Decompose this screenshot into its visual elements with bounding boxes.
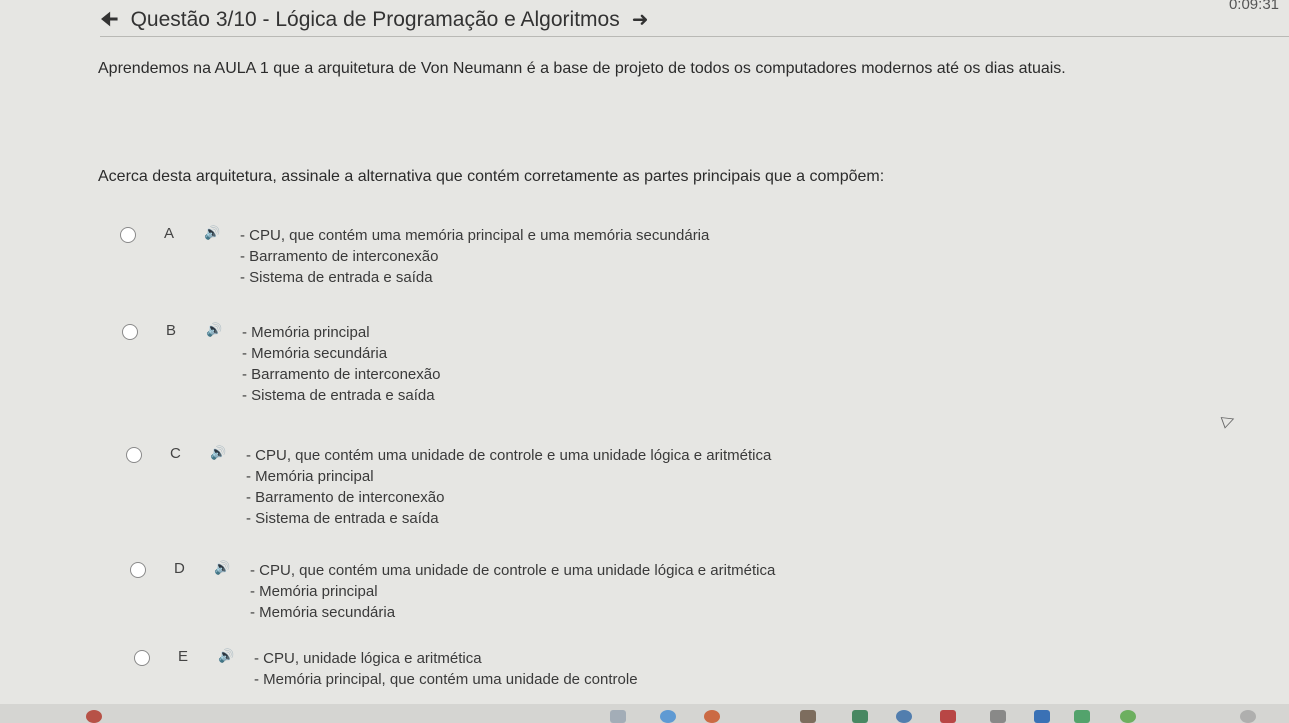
speaker-icon[interactable]: 🔊 [218,648,234,664]
taskbar-app-icon[interactable] [86,710,102,723]
option-line: - Memória principal, que contém uma unid… [254,671,638,688]
option-e-text: - CPU, unidade lógica e aritmética - Mem… [254,648,638,690]
option-line: - Barramento de interconexão [240,248,439,265]
option-line: - Sistema de entrada e saída [246,510,439,527]
option-line: - CPU, unidade lógica e aritmética [254,650,482,667]
option-line: - Memória secundária [250,604,396,621]
option-d-radio[interactable] [130,562,146,578]
option-d-letter: D [174,560,185,577]
speaker-icon[interactable]: 🔊 [204,225,220,241]
option-line: - Barramento de interconexão [242,366,441,383]
taskbar-app-icon[interactable] [940,710,956,723]
option-c-text: - CPU, que contém uma unidade de control… [246,445,771,529]
option-d-text: - CPU, que contém uma unidade de control… [250,560,775,623]
arrow-right-icon[interactable]: ➜ [632,10,649,30]
option-line: - Memória secundária [242,345,388,362]
option-b[interactable]: B 🔊 - Memória principal - Memória secund… [122,322,882,412]
option-line: - CPU, que contém uma memória principal … [240,227,710,244]
taskbar-app-icon[interactable] [1240,710,1256,723]
taskbar-app-icon[interactable] [990,710,1006,723]
option-line: - Memória principal [246,468,374,485]
option-c[interactable]: C 🔊 - CPU, que contém uma unidade de con… [126,445,886,535]
option-c-letter: C [170,445,181,462]
taskbar-app-icon[interactable] [1034,710,1050,723]
option-line: - Barramento de interconexão [246,489,445,506]
mouse-cursor-icon: ▷ [1219,410,1238,431]
option-e[interactable]: E 🔊 - CPU, unidade lógica e aritmética -… [134,648,894,696]
question-prompt: Acerca desta arquitetura, assinale a alt… [98,168,885,185]
taskbar-app-icon[interactable] [1120,710,1136,723]
option-b-radio[interactable] [122,324,138,340]
option-e-radio[interactable] [134,650,150,666]
option-line: - Memória principal [250,583,378,600]
question-title: Questão 3/10 - Lógica de Programação e A… [130,8,620,31]
option-d[interactable]: D 🔊 - CPU, que contém uma unidade de con… [130,560,890,650]
taskbar-app-icon[interactable] [852,710,868,723]
taskbar-app-icon[interactable] [896,710,912,723]
option-a[interactable]: A 🔊 - CPU, que contém uma memória princi… [120,225,880,315]
option-line: - CPU, que contém uma unidade de control… [246,447,772,464]
taskbar-app-icon[interactable] [704,710,720,723]
option-a-text: - CPU, que contém uma memória principal … [240,225,709,288]
speaker-icon[interactable]: 🔊 [210,445,226,461]
option-line: - Sistema de entrada e saída [242,387,435,404]
option-line: - Memória principal [242,324,370,341]
option-a-letter: A [164,225,175,242]
option-line: - Sistema de entrada e saída [240,269,433,286]
exam-screen: 0:09:31 🠈 Questão 3/10 - Lógica de Progr… [0,0,1289,723]
option-b-text: - Memória principal - Memória secundária… [242,322,440,406]
option-c-radio[interactable] [126,447,142,463]
taskbar-app-icon[interactable] [610,710,626,723]
taskbar-app-icon[interactable] [660,710,676,723]
option-b-letter: B [166,322,177,339]
taskbar [0,704,1289,723]
option-a-radio[interactable] [120,227,136,243]
speaker-icon[interactable]: 🔊 [214,560,230,576]
speaker-icon[interactable]: 🔊 [206,322,222,338]
taskbar-app-icon[interactable] [800,710,816,723]
arrow-left-icon[interactable]: 🠈 [100,10,119,30]
option-e-letter: E [178,648,189,665]
question-header: 🠈 Questão 3/10 - Lógica de Programação e… [100,4,1289,37]
question-intro: Aprendemos na AULA 1 que a arquitetura d… [98,60,1066,77]
option-line: - CPU, que contém uma unidade de control… [250,562,776,579]
taskbar-app-icon[interactable] [1074,710,1090,723]
